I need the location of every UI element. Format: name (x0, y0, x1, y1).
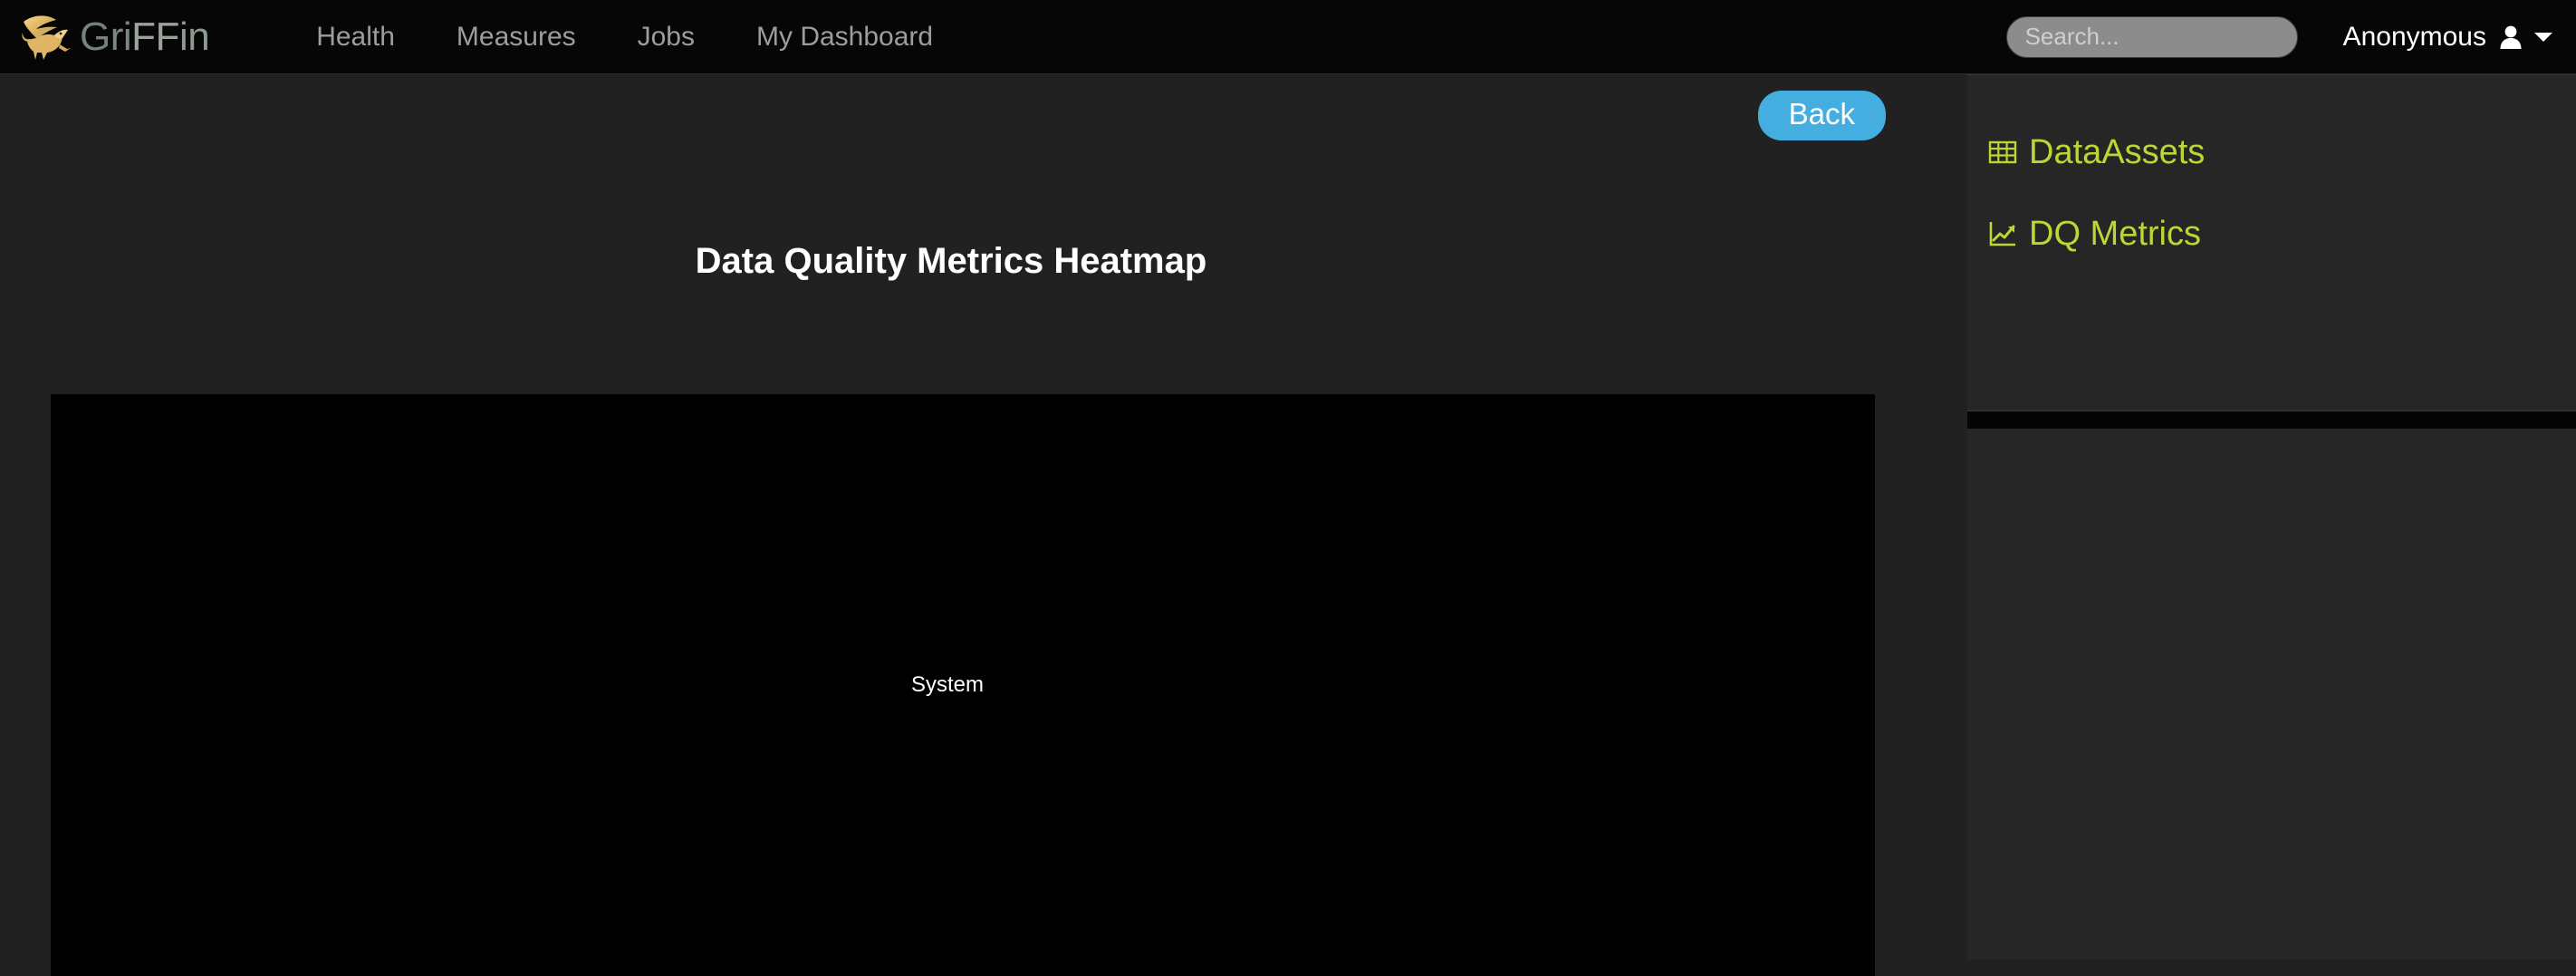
right-sidebar: DataAssets DQ Metrics (1967, 74, 2576, 960)
nav-link-jobs[interactable]: Jobs (607, 0, 726, 74)
sidebar-item-label-dq-metrics: DQ Metrics (2029, 214, 2201, 253)
page-title: Data Quality Metrics Heatmap (695, 241, 1207, 281)
heatmap-axis-label: System (910, 672, 984, 697)
nav-link-measures[interactable]: Measures (426, 0, 607, 74)
brand-text-part-4: in (178, 14, 210, 59)
griffin-logo-icon (22, 14, 71, 60)
sidebar-item-dataassets[interactable]: DataAssets (1967, 111, 2576, 193)
sidebar-nav: DataAssets DQ Metrics (1967, 75, 2576, 275)
sidebar-divider (1967, 411, 2576, 429)
sidebar-item-dq-metrics[interactable]: DQ Metrics (1967, 193, 2576, 275)
search-input[interactable] (2005, 15, 2298, 58)
main-content: Back Data Quality Metrics Heatmap System (0, 74, 1967, 976)
nav-link-health[interactable]: Health (285, 0, 426, 74)
top-navbar: GriFFin Health Measures Jobs My Dashboar… (0, 0, 2576, 74)
chevron-down-icon (2534, 32, 2552, 42)
heatmap-chart-panel[interactable]: System (51, 394, 1875, 976)
brand-logo-link[interactable]: GriFFin (20, 0, 210, 74)
sidebar-lower-panel (1967, 429, 2576, 960)
brand-text-part-2: ri (110, 14, 132, 59)
table-grid-icon (1988, 140, 2017, 164)
user-name-label: Anonymous (2342, 21, 2486, 52)
brand-text-part-1: G (80, 14, 111, 59)
back-button[interactable]: Back (1757, 91, 1886, 140)
sidebar-item-label-dataassets: DataAssets (2029, 132, 2206, 171)
navbar-right-group: Anonymous (2005, 15, 2552, 58)
primary-nav: Health Measures Jobs My Dashboard (285, 0, 964, 74)
brand-text-part-3: FF (131, 14, 179, 59)
line-chart-icon (1989, 222, 2015, 246)
user-menu[interactable]: Anonymous (2343, 22, 2552, 53)
brand-title: GriFFin (80, 14, 210, 59)
user-icon (2500, 25, 2522, 49)
nav-link-my-dashboard[interactable]: My Dashboard (726, 0, 964, 74)
